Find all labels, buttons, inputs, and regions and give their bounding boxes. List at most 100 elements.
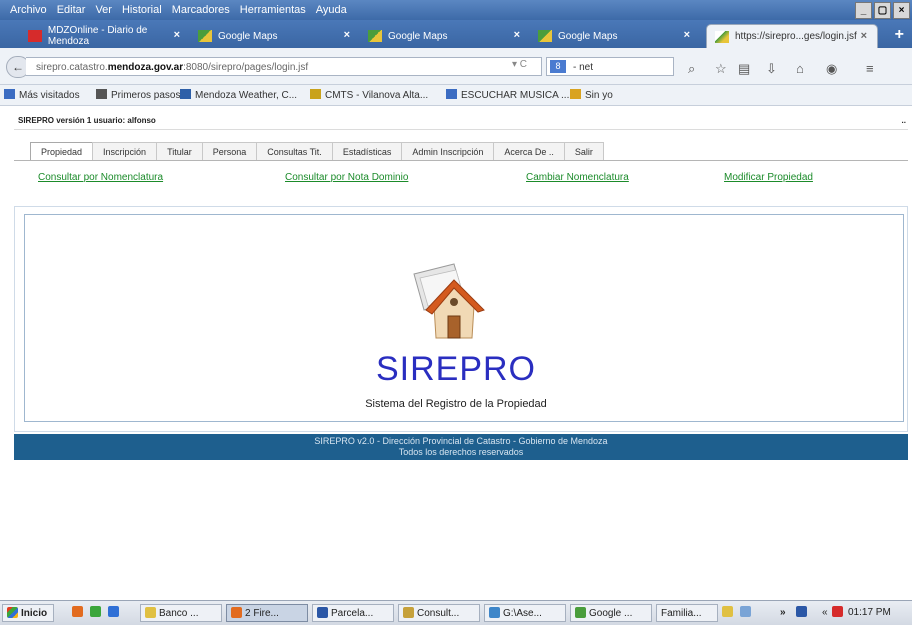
start-button[interactable]: Inicio: [2, 604, 55, 622]
maps-favicon-icon: [538, 30, 552, 42]
tab-label: https://sirepro...ges/login.jsf: [735, 31, 857, 42]
tab-persona[interactable]: Persona: [201, 142, 258, 161]
url-bar[interactable]: sirepro.catastro.mendoza.gov.ar:8080/sir…: [26, 57, 542, 76]
tab-propiedad[interactable]: Propiedad: [30, 142, 94, 161]
taskbar-banco[interactable]: Banco ...: [140, 604, 222, 622]
chrome-icon: [575, 607, 586, 618]
link-consultar-nomenclatura[interactable]: Consultar por Nomenclatura: [38, 172, 163, 183]
tray-folder-icon[interactable]: [722, 605, 736, 621]
search-magnifier-icon[interactable]: ⌕: [688, 61, 695, 77]
tab-acerca-de[interactable]: Acerca De ..: [493, 142, 565, 161]
bookmarks-bar: Más visitados Primeros pasos Mendoza Wea…: [0, 85, 912, 106]
clock: 01:17 PM: [848, 607, 891, 618]
tab-titular[interactable]: Titular: [156, 142, 203, 161]
bookmark-icon: [310, 89, 321, 99]
folder-icon: [145, 607, 156, 618]
menu-marcadores[interactable]: Marcadores: [172, 4, 230, 16]
tab-label: Google Maps: [218, 30, 278, 42]
browser-tab-maps-3[interactable]: Google Maps ×: [530, 24, 700, 48]
bookmark-icon: [570, 89, 581, 99]
home-icon[interactable]: ⌂: [796, 61, 804, 76]
browser-tab-maps-2[interactable]: Google Maps ×: [360, 24, 530, 48]
quicklaunch-firefox-icon[interactable]: [72, 605, 86, 621]
taskbar-consult[interactable]: Consult...: [398, 604, 480, 622]
menu-herramientas[interactable]: Herramientas: [240, 4, 306, 16]
window-controls: _ ▢ ×: [855, 2, 910, 19]
maximize-button[interactable]: ▢: [874, 2, 891, 19]
bookmark-weather[interactable]: Mendoza Weather, C...: [180, 89, 297, 101]
bookmark-mas-visitados[interactable]: Más visitados: [4, 89, 80, 101]
page-footer: SIREPRO v2.0 - Dirección Provincial de C…: [14, 434, 908, 460]
taskbar-firefox[interactable]: 2 Fire...: [226, 604, 308, 622]
maps-favicon-icon: [198, 30, 212, 42]
footer-line-2: Todos los derechos reservados: [398, 447, 524, 457]
quicklaunch-ie-icon[interactable]: [108, 605, 122, 621]
bookmark-icon: [446, 89, 457, 99]
tray-expand-icon[interactable]: «: [822, 605, 828, 621]
tray-alert-icon[interactable]: [832, 605, 846, 621]
link-cambiar-nomenclatura[interactable]: Cambiar Nomenclatura: [526, 172, 629, 183]
search-engine-icon[interactable]: 8: [550, 60, 566, 73]
app-tab-bar: Propiedad Inscripción Titular Persona Co…: [30, 142, 604, 161]
tab-close-icon[interactable]: ×: [344, 29, 350, 41]
menu-ayuda[interactable]: Ayuda: [316, 4, 347, 16]
taskbar-parcela[interactable]: Parcela...: [312, 604, 394, 622]
browser-tab-mdz[interactable]: MDZOnline - Diario de Mendoza ×: [20, 24, 190, 48]
app-header-title: SIREPRO versión 1 usuario: alfonso: [18, 116, 156, 125]
tray-monitor-icon[interactable]: [796, 605, 810, 621]
link-modificar-propiedad[interactable]: Modificar Propiedad: [724, 172, 813, 183]
word-icon: [317, 607, 328, 618]
tab-divider: [14, 160, 908, 161]
browser-tab-sirepro[interactable]: https://sirepro...ges/login.jsf ×: [706, 24, 878, 48]
link-consultar-nota-dominio[interactable]: Consultar por Nota Dominio: [285, 172, 408, 183]
close-window-button[interactable]: ×: [893, 2, 910, 19]
menu-archivo[interactable]: Archivo: [10, 4, 47, 16]
taskbar-gase[interactable]: G:\Ase...: [484, 604, 566, 622]
system-name: SIREPRO: [375, 350, 537, 388]
url-domain: mendoza.gov.ar: [107, 62, 184, 73]
new-tab-button[interactable]: +: [895, 26, 904, 44]
addon-icon[interactable]: ◉: [826, 61, 837, 77]
bookmark-musica[interactable]: ESCUCHAR MUSICA ...: [446, 89, 569, 101]
bookmark-cmts[interactable]: CMTS - Vilanova Alta...: [310, 89, 428, 101]
tab-estadisticas[interactable]: Estadísticas: [331, 142, 403, 161]
maps-favicon-icon: [368, 30, 382, 42]
bookmark-primeros-pasos[interactable]: Primeros pasos: [96, 89, 180, 101]
tab-close-icon[interactable]: ×: [514, 29, 520, 41]
tab-consultas-tit[interactable]: Consultas Tit.: [256, 142, 333, 161]
tab-salir[interactable]: Salir: [563, 142, 604, 161]
menu-ver[interactable]: Ver: [95, 4, 112, 16]
header-dots: ..: [901, 116, 906, 125]
tray-more-icon[interactable]: »: [780, 605, 786, 621]
bookmarks-menu-icon[interactable]: ▤: [738, 61, 750, 77]
menu-editar[interactable]: Editar: [57, 4, 86, 16]
tab-label: Google Maps: [388, 30, 448, 42]
bookmark-sin-yo[interactable]: Sin yo: [570, 89, 613, 101]
bookmark-star-icon[interactable]: ☆: [715, 61, 727, 77]
bookmark-icon: [4, 89, 15, 99]
menu-historial[interactable]: Historial: [122, 4, 162, 16]
tab-close-icon[interactable]: ×: [174, 29, 180, 41]
app-icon: [403, 607, 414, 618]
tab-inscripcion[interactable]: Inscripción: [92, 142, 158, 161]
menu-bar: Archivo Editar Ver Historial Marcadores …: [0, 0, 912, 20]
footer-line-1: SIREPRO v2.0 - Dirección Provincial de C…: [314, 436, 608, 446]
taskbar-google[interactable]: Google ...: [570, 604, 652, 622]
quicklaunch-chrome-icon[interactable]: [90, 605, 104, 621]
tab-close-icon[interactable]: ×: [861, 30, 867, 42]
downloads-icon[interactable]: ⇩: [766, 61, 777, 77]
browser-tab-maps-1[interactable]: Google Maps ×: [190, 24, 360, 48]
windows-taskbar: Inicio Banco ... 2 Fire... Parcela... Co…: [0, 600, 912, 625]
menu-hamburger-icon[interactable]: ≡: [866, 61, 874, 76]
tab-label: MDZOnline - Diario de Mendoza: [47, 25, 148, 47]
reload-icon[interactable]: ▾ C: [512, 59, 527, 70]
tab-close-icon[interactable]: ×: [684, 29, 690, 41]
minimize-button[interactable]: _: [855, 2, 872, 19]
tray-app-icon[interactable]: [740, 605, 754, 621]
mdz-favicon-icon: [28, 30, 42, 42]
navigation-bar: ← sirepro.catastro.mendoza.gov.ar:8080/s…: [0, 48, 912, 85]
tab-admin-inscripcion[interactable]: Admin Inscripción: [401, 142, 495, 161]
windows-logo-icon: [7, 607, 18, 618]
taskbar-familia[interactable]: Familia...: [656, 604, 718, 622]
sirepro-favicon-icon: [715, 30, 729, 43]
